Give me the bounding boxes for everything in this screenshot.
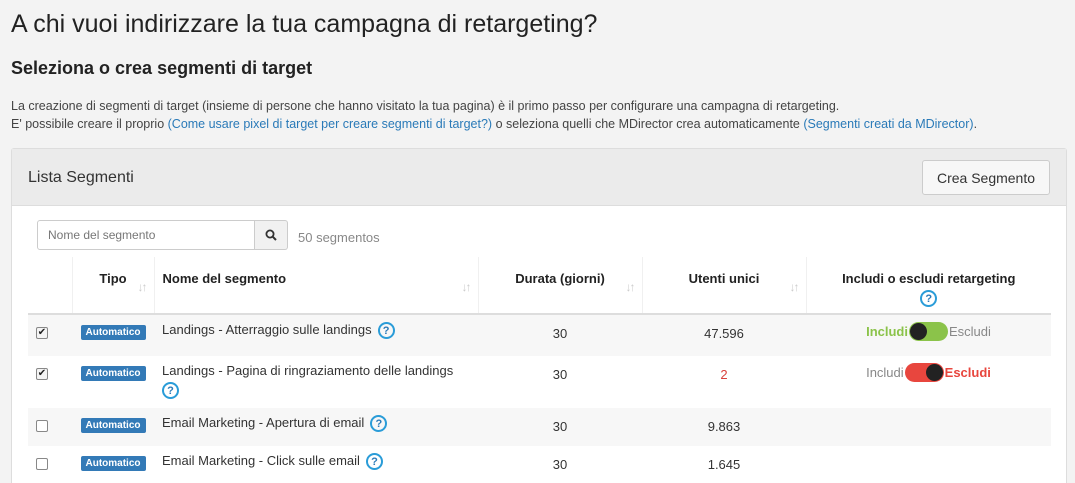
search-icon [265, 229, 277, 241]
type-badge: Automatico [80, 456, 146, 471]
search-input[interactable] [37, 220, 255, 250]
utenti-cell: 2 [720, 367, 728, 382]
toggle-knob [925, 364, 943, 381]
segment-name: Email Marketing - Click sulle email [162, 453, 360, 468]
include-exclude-toggle[interactable]: Includi Escludi [866, 363, 991, 382]
durata-cell: 30 [552, 367, 568, 382]
col-utenti[interactable]: Utenti unici ↓↑ [641, 257, 806, 315]
description-text-a: E' possibile creare il proprio [11, 117, 168, 131]
tipo-cell: Automatico [72, 314, 154, 356]
durata-cell: 30 [478, 314, 642, 356]
durata-cell: 30 [478, 408, 642, 446]
description-text-b: o seleziona quelli che MDirector crea au… [492, 117, 804, 131]
description-line-2: E' possibile creare il proprio (Come usa… [11, 115, 1071, 133]
row-checkbox[interactable] [36, 420, 48, 432]
table-row: ✔ Automatico Landings - Pagina di ringra… [28, 356, 1051, 408]
col-select [28, 257, 72, 315]
col-includi-label: Includi o escludi retargeting [842, 271, 1016, 286]
toggle-cell: Includi Escludi [806, 314, 1051, 356]
row-checkbox[interactable]: ✔ [36, 368, 48, 380]
utenti-cell: 47.596 [642, 314, 806, 356]
help-icon[interactable]: ? [162, 382, 179, 399]
help-icon[interactable]: ? [365, 453, 383, 471]
help-icon[interactable]: ? [370, 415, 388, 433]
table-row: Automatico Email Marketing - Apertura di… [28, 408, 1051, 446]
name-cell: Landings - Atterraggio sulle landings? [154, 314, 478, 356]
segment-name: Landings - Pagina di ringraziamento dell… [162, 363, 454, 378]
durata-cell: 30 [552, 457, 568, 472]
sort-icon: ↓↑ [789, 280, 800, 294]
panel-title: Lista Segmenti [28, 169, 134, 186]
panel-header: Lista Segmenti Crea Segmento [12, 149, 1066, 206]
col-nome-label: Nome del segmento [162, 271, 287, 286]
col-nome[interactable]: Nome del segmento ↓↑ [153, 257, 478, 315]
utenti-cell: 1.645 [707, 457, 741, 472]
row-select-cell: ✔ [28, 356, 72, 408]
toggle-switch[interactable] [904, 363, 944, 382]
tipo-cell: Automatico [72, 356, 154, 408]
row-checkbox[interactable] [36, 458, 48, 470]
create-segment-button[interactable]: Crea Segmento [922, 160, 1050, 195]
toggle-cell [806, 446, 1051, 483]
segment-count: 50 segmentos [298, 230, 380, 245]
col-tipo-label: Tipo [99, 271, 127, 286]
tipo-cell: Automatico [72, 446, 154, 483]
tipo-cell: Automatico [72, 408, 154, 446]
col-durata[interactable]: Durata (giorni) ↓↑ [477, 257, 642, 315]
type-badge: Automatico [80, 366, 146, 381]
name-cell: Landings - Pagina di ringraziamento dell… [154, 356, 478, 408]
table-row: ✔ Automatico Landings - Atterraggio sull… [28, 314, 1051, 356]
sort-icon: ↓↑ [137, 280, 148, 294]
row-select-cell [28, 446, 72, 483]
page-subtitle: Seleziona o crea segmenti di target [11, 58, 313, 78]
type-badge: Automatico [80, 418, 146, 433]
description: La creazione di segmenti di target (insi… [11, 97, 1071, 133]
description-line-1: La creazione di segmenti di target (insi… [11, 99, 840, 113]
search-group [37, 220, 288, 250]
utenti-cell: 9.863 [642, 408, 806, 446]
exclude-label: Escludi [948, 324, 991, 339]
col-includi: Includi o escludi retargeting? [805, 257, 1051, 315]
toggle-switch[interactable] [908, 322, 948, 341]
col-utenti-label: Utenti unici [688, 271, 760, 286]
toggle-knob [909, 323, 927, 340]
help-icon[interactable]: ? [377, 322, 395, 340]
segment-name: Email Marketing - Apertura di email [162, 415, 365, 430]
name-cell: Email Marketing - Click sulle email? [154, 446, 478, 483]
segment-name: Landings - Atterraggio sulle landings [162, 322, 372, 337]
exclude-label: Escludi [944, 365, 991, 380]
pixel-help-link[interactable]: (Come usare pixel di target per creare s… [168, 117, 492, 131]
page-title: A chi vuoi indirizzare la tua campagna d… [11, 10, 598, 38]
search-button[interactable] [255, 220, 288, 250]
segments-table: Tipo ↓↑ Nome del segmento ↓↑ Durata (giorn… [28, 257, 1051, 483]
row-select-cell: ✔ [28, 314, 72, 356]
help-icon[interactable]: ? [920, 290, 938, 307]
segments-panel: Lista Segmenti Crea Segmento 50 segmento… [11, 148, 1067, 483]
type-badge: Automatico [80, 325, 146, 340]
description-text-c: . [973, 117, 978, 131]
toggle-cell: Includi Escludi [806, 356, 1051, 408]
col-tipo[interactable]: Tipo ↓↑ [71, 257, 154, 315]
include-label: Includi [866, 365, 904, 380]
row-select-cell [28, 408, 72, 446]
table-header-row: Tipo ↓↑ Nome del segmento ↓↑ Durata (giorn… [28, 257, 1051, 315]
name-cell: Email Marketing - Apertura di email? [154, 408, 478, 446]
row-checkbox[interactable]: ✔ [36, 327, 48, 339]
auto-segments-link[interactable]: (Segmenti creati da MDirector) [803, 117, 973, 131]
sort-icon: ↓↑ [461, 280, 472, 294]
include-exclude-toggle[interactable]: Includi Escludi [866, 322, 991, 341]
sort-icon: ↓↑ [625, 280, 636, 294]
toggle-cell [806, 408, 1051, 446]
table-row: Automatico Email Marketing - Click sulle… [28, 446, 1051, 483]
col-durata-label: Durata (giorni) [515, 271, 605, 286]
include-label: Includi [866, 324, 908, 339]
